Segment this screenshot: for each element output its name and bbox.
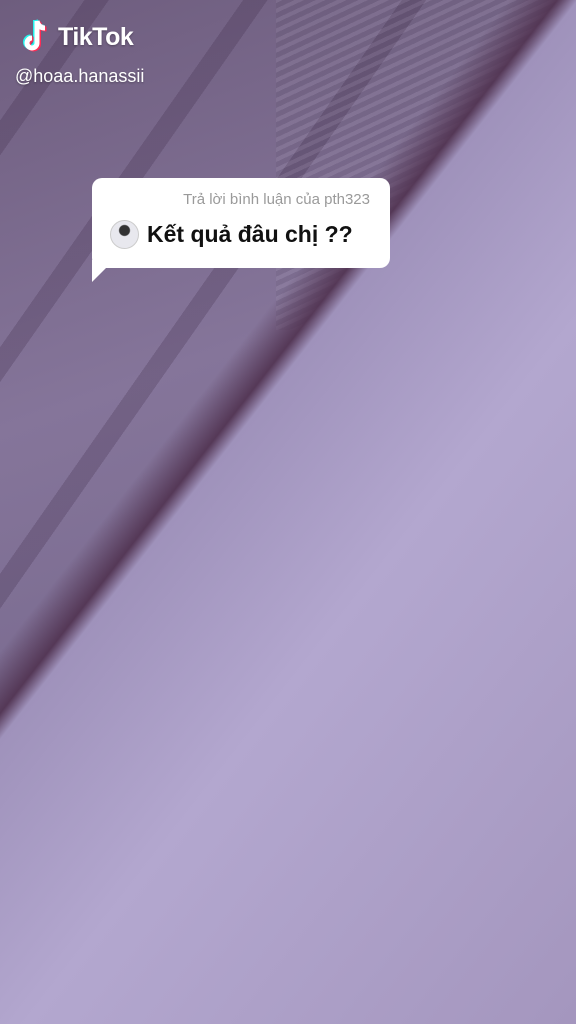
video-foreground	[0, 0, 576, 1024]
reply-comment-bubble: Trả lời bình luận của pth323 Kết quả đâu…	[92, 178, 390, 268]
reply-label: Trả lời bình luận của pth323	[183, 191, 370, 208]
user-avatar-icon	[110, 220, 139, 249]
tiktok-watermark: TikTok	[20, 18, 134, 56]
tiktok-brand: TikTok	[58, 22, 134, 51]
comment-text: Kết quả đâu chị ??	[147, 221, 353, 247]
tiktok-logo-icon	[23, 19, 47, 52]
creator-username: @hoaa.hanassii	[15, 66, 145, 86]
